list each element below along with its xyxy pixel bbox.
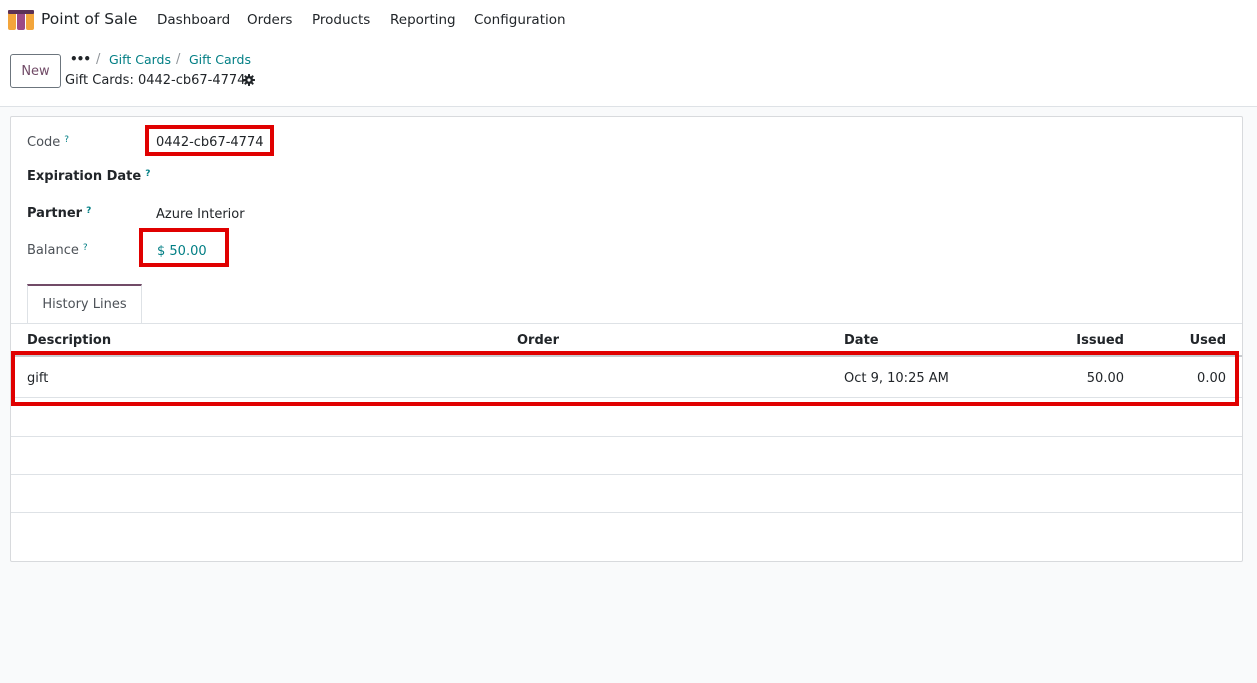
highlight-box-history-row [11,351,1239,406]
breadcrumb-separator: / [176,52,181,67]
point-of-sale-app-icon[interactable] [8,10,34,30]
column-header-description[interactable]: Description [27,333,111,348]
partner-help-icon[interactable]: ? [86,206,91,216]
expiration-date-label: Expiration Date? [27,169,151,184]
tab-history-lines[interactable]: History Lines [27,284,142,323]
breadcrumb-current-record: Gift Cards: 0442-cb67-4774 [65,73,246,88]
code-label: Code? [27,135,70,150]
code-help-icon[interactable]: ? [64,135,69,145]
breadcrumb-separator: / [96,52,101,67]
highlight-box-balance [139,228,229,267]
balance-label: Balance? [27,243,88,258]
empty-table-row [11,437,1242,475]
empty-table-row [11,475,1242,513]
menu-products[interactable]: Products [312,12,370,28]
control-panel: New ••• / Gift Cards / Gift Cards Gift C… [0,40,1257,107]
breadcrumb-gift-cards-1[interactable]: Gift Cards [109,52,171,67]
column-header-date[interactable]: Date [844,333,879,348]
balance-help-icon[interactable]: ? [83,243,88,253]
form-sheet: Code? 0442-cb67-4774 Expiration Date? Pa… [10,116,1243,562]
new-button[interactable]: New [10,54,61,88]
breadcrumb-gift-cards-2[interactable]: Gift Cards [189,52,251,67]
tab-divider [11,323,1242,324]
column-header-order[interactable]: Order [517,333,559,348]
expiration-date-help-icon[interactable]: ? [145,169,150,179]
column-header-used[interactable]: Used [1190,333,1226,348]
app-name[interactable]: Point of Sale [41,10,137,28]
menu-configuration[interactable]: Configuration [474,12,566,28]
breadcrumb-more-button[interactable]: ••• [70,52,91,66]
highlight-box-code [145,125,274,156]
partner-field[interactable]: Azure Interior [156,207,245,222]
menu-dashboard[interactable]: Dashboard [157,12,230,28]
partner-label: Partner? [27,206,92,221]
menu-orders[interactable]: Orders [247,12,292,28]
column-header-issued[interactable]: Issued [1076,333,1124,348]
top-navbar: Point of Sale Dashboard Orders Products … [0,0,1257,40]
expiration-date-field[interactable] [156,169,356,187]
menu-reporting[interactable]: Reporting [390,12,456,28]
gear-icon[interactable] [243,74,255,86]
